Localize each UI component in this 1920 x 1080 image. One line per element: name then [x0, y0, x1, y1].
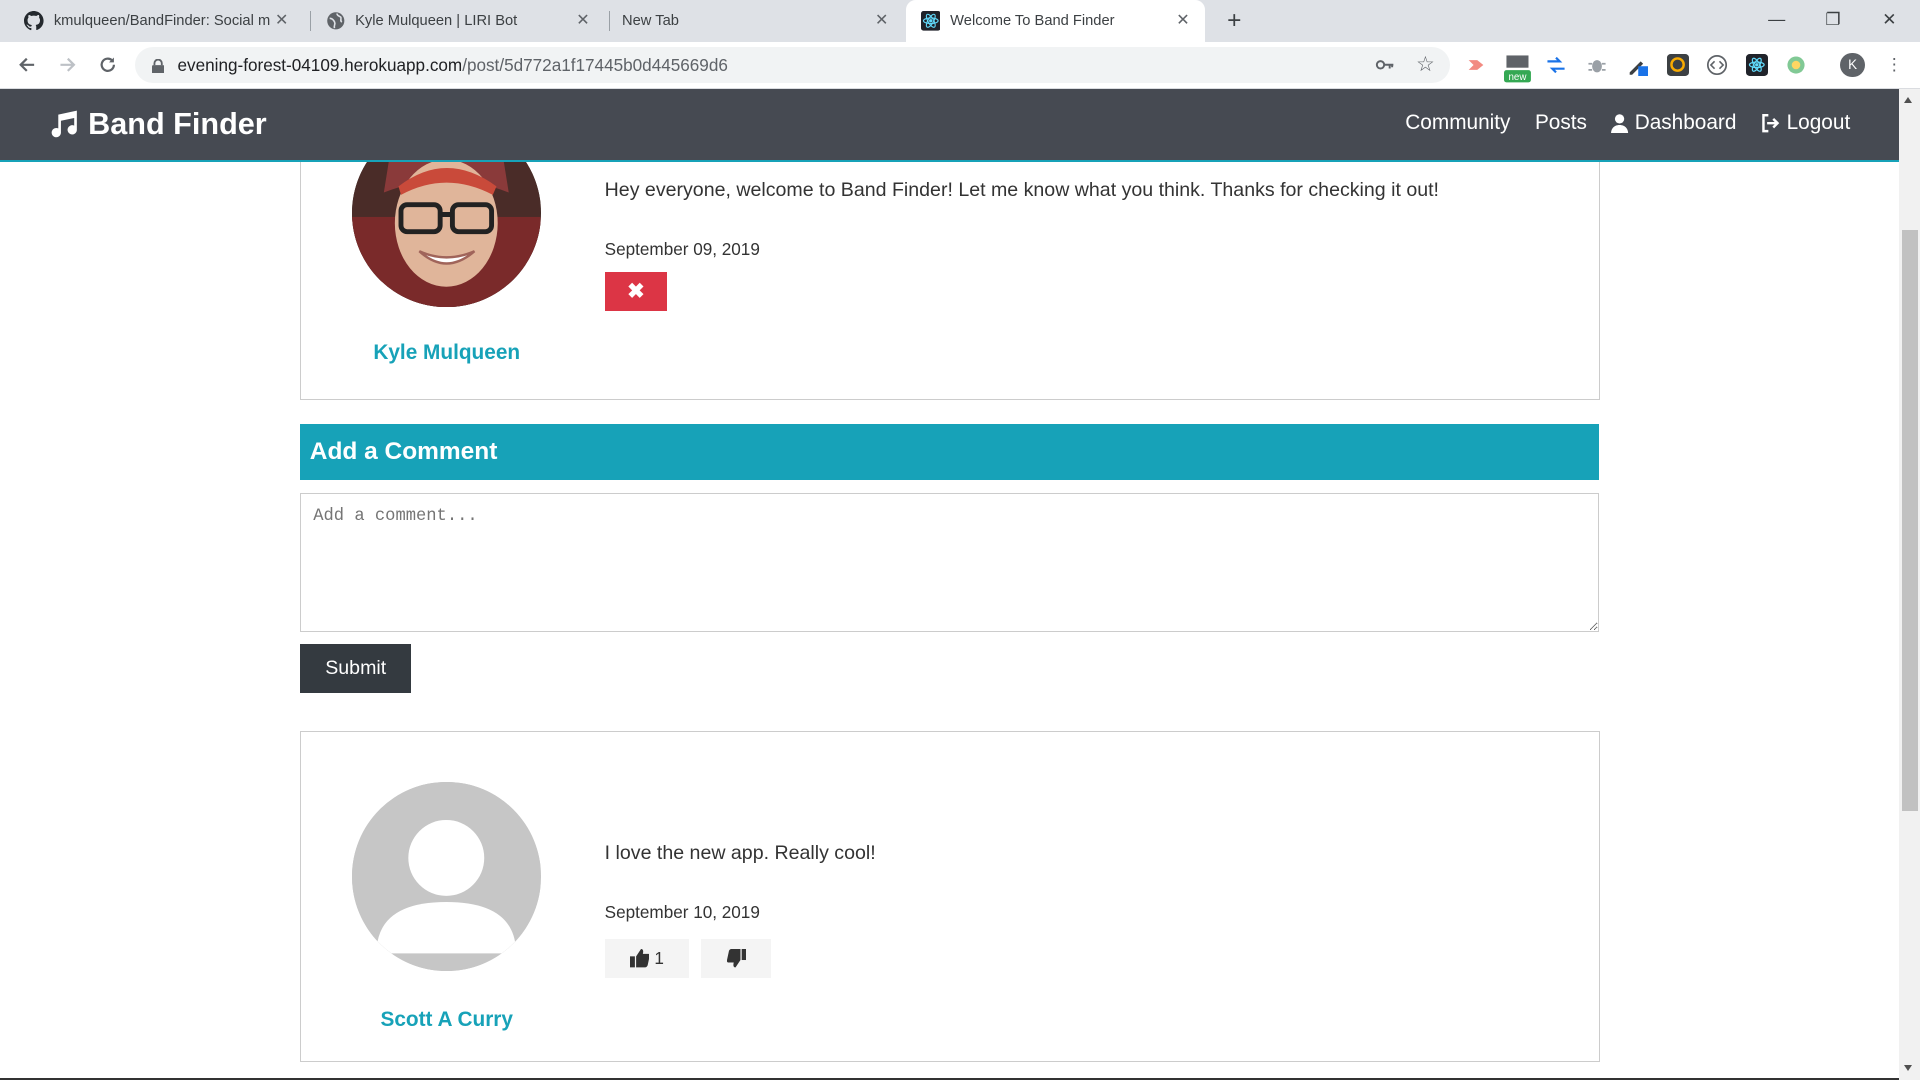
nav-links: Community Posts Dashboard Logout	[1405, 111, 1850, 135]
page-scrollbar[interactable]	[1899, 89, 1920, 1080]
tab-liri-bot[interactable]: Kyle Mulqueen | LIRI Bot ✕	[311, 0, 605, 42]
nav-logout-label: Logout	[1786, 111, 1851, 135]
github-icon	[24, 11, 45, 31]
post-author[interactable]: Kyle Mulqueen	[301, 341, 592, 365]
user-silhouette-icon	[352, 782, 541, 971]
extension-code-icon[interactable]	[1706, 54, 1728, 76]
menu-kebab-icon[interactable]: ⋮	[1886, 54, 1903, 75]
tab-band-finder[interactable]: Welcome To Band Finder ✕	[906, 0, 1205, 42]
sign-out-icon	[1762, 114, 1780, 133]
nav-dashboard[interactable]: Dashboard	[1611, 111, 1736, 135]
tab-title: New Tab	[622, 12, 679, 29]
lock-icon	[151, 56, 165, 74]
tab-new-tab[interactable]: New Tab ✕	[610, 0, 904, 42]
nav-logout[interactable]: Logout	[1761, 111, 1850, 135]
close-icon[interactable]: ✕	[1173, 11, 1193, 31]
comment-text: I love the new app. Really cool!	[604, 842, 876, 865]
dislike-button[interactable]	[701, 938, 772, 979]
thumbs-up-icon	[629, 949, 650, 968]
extension-swap-icon[interactable]	[1545, 54, 1567, 76]
post-text: Hey everyone, welcome to Band Finder! Le…	[604, 178, 1439, 201]
react-icon	[920, 11, 941, 31]
tab-title: Kyle Mulqueen | LIRI Bot	[355, 12, 518, 29]
close-x-icon: ✖	[627, 279, 645, 303]
user-icon	[1611, 113, 1629, 134]
close-window-button[interactable]: ✕	[1861, 0, 1917, 39]
comment-textarea[interactable]	[300, 493, 1600, 632]
reload-button[interactable]	[93, 50, 122, 79]
tab-github[interactable]: kmulqueen/BandFinder: Social m ✕	[10, 0, 304, 42]
reload-icon	[100, 57, 115, 73]
forward-button[interactable]	[53, 50, 82, 79]
tab-title: Welcome To Band Finder	[950, 12, 1115, 29]
comment-card: Scott A Curry I love the new app. Really…	[300, 731, 1600, 1063]
nav-community[interactable]: Community	[1405, 111, 1510, 135]
thumbs-down-icon	[726, 949, 747, 968]
post-date: September 09, 2019	[604, 238, 760, 259]
url-path: /post/5d772a1f17445b0d445669d6	[462, 55, 728, 76]
extension-arrow-icon[interactable]	[1465, 54, 1487, 76]
browser-toolbar: evening-forest-04109.herokuapp.com/post/…	[0, 41, 1920, 90]
star-icon[interactable]: ☆	[1414, 53, 1436, 76]
scrollbar-thumb[interactable]	[1901, 230, 1918, 811]
extension-bug-icon[interactable]	[1586, 54, 1608, 76]
brand-name: Band Finder	[88, 106, 267, 141]
scroll-up-icon[interactable]	[1904, 96, 1913, 103]
extension-new-icon[interactable]: new	[1503, 53, 1531, 85]
minimize-button[interactable]: —	[1749, 0, 1805, 39]
extension-pen-icon[interactable]	[1626, 54, 1649, 76]
address-bar[interactable]: evening-forest-04109.herokuapp.com/post/…	[134, 46, 1450, 84]
delete-post-button[interactable]: ✖	[604, 271, 668, 311]
key-icon[interactable]	[1374, 54, 1396, 76]
nav-posts[interactable]: Posts	[1535, 111, 1587, 135]
arrow-left-icon	[19, 57, 35, 72]
add-comment-heading: Add a Comment	[300, 423, 1600, 480]
brand-link[interactable]: Band Finder	[49, 107, 267, 142]
new-tab-button[interactable]: +	[1220, 6, 1249, 35]
back-button[interactable]	[12, 50, 41, 79]
like-button[interactable]: 1	[604, 938, 690, 979]
extension-badge-icon[interactable]	[1666, 53, 1689, 76]
nav-community-label: Community	[1405, 111, 1511, 135]
comment-author[interactable]: Scott A Curry	[301, 1008, 592, 1032]
comment-date: September 10, 2019	[604, 902, 760, 923]
globe-icon	[326, 11, 346, 31]
scroll-down-icon[interactable]	[1904, 1065, 1913, 1072]
restore-button[interactable]: ❐	[1805, 0, 1861, 39]
nav-posts-label: Posts	[1534, 111, 1587, 135]
submit-comment-button[interactable]: Submit	[300, 644, 412, 694]
music-note-icon	[51, 110, 77, 138]
nav-dashboard-label: Dashboard	[1634, 111, 1737, 135]
tab-strip: kmulqueen/BandFinder: Social m ✕ Kyle Mu…	[0, 0, 1920, 42]
extension-react-icon[interactable]	[1746, 53, 1769, 76]
extension-color-icon[interactable]	[1785, 54, 1807, 76]
avatar-default	[352, 782, 541, 971]
url-host: evening-forest-04109.herokuapp.com	[177, 55, 463, 76]
ext-new-badge: new	[1508, 72, 1527, 83]
url-text: evening-forest-04109.herokuapp.com/post/…	[178, 55, 728, 76]
site-navbar: Band Finder Community Posts Dashboard Lo…	[0, 89, 1900, 163]
like-count: 1	[654, 948, 664, 969]
close-icon[interactable]: ✕	[872, 11, 892, 31]
close-icon[interactable]: ✕	[573, 11, 593, 31]
arrow-right-icon	[59, 57, 75, 72]
profile-avatar[interactable]: K	[1840, 52, 1865, 78]
close-icon[interactable]: ✕	[272, 11, 292, 31]
page-viewport: Band Finder Community Posts Dashboard Lo…	[0, 89, 1900, 1080]
tab-title: kmulqueen/BandFinder: Social m	[53, 12, 271, 29]
